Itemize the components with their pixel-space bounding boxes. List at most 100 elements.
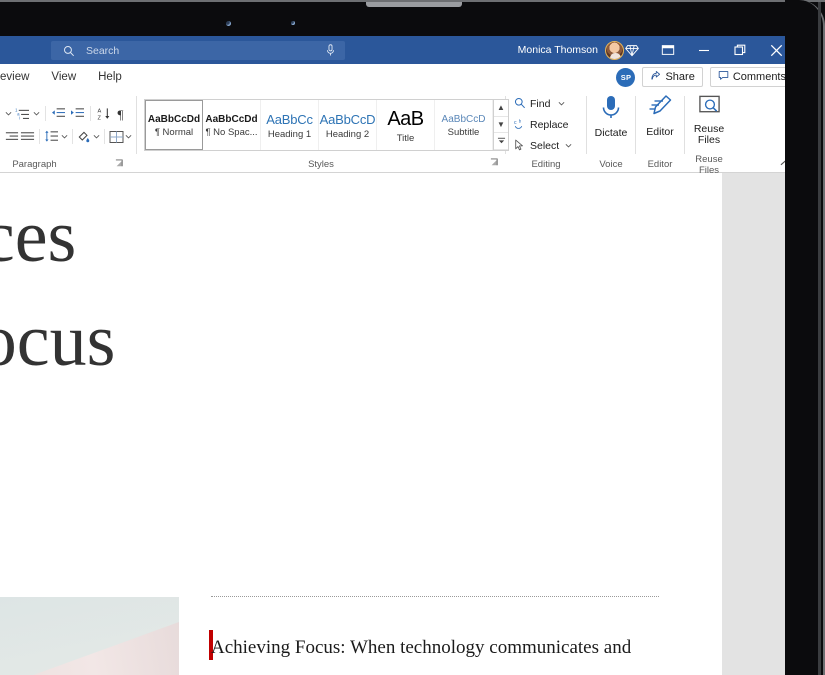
- sort-icon[interactable]: A Z: [95, 104, 113, 124]
- style-label: Heading 2: [326, 129, 369, 140]
- select-label: Select: [530, 140, 559, 152]
- style-preview: AaB: [387, 108, 423, 131]
- style-label: Subtitle: [448, 127, 480, 138]
- select-button[interactable]: Select: [512, 137, 582, 156]
- voice-commands: Dictate: [587, 90, 635, 157]
- reuse-files-icon: [698, 94, 721, 121]
- style-title[interactable]: AaB Title: [377, 100, 435, 150]
- svg-text:¶: ¶: [117, 107, 123, 121]
- page-gutter: [722, 173, 787, 675]
- title-bar: Monica Thomson: [0, 36, 802, 64]
- replace-icon: c b: [514, 118, 526, 133]
- microphone-icon: [600, 94, 622, 125]
- style-preview: AaBbCcDd: [148, 114, 200, 125]
- divider: [39, 129, 40, 144]
- style-preview: AaBbCcD: [320, 112, 376, 127]
- style-subtitle[interactable]: AaBbCcD Subtitle: [435, 100, 493, 150]
- style-heading-2[interactable]: AaBbCcD Heading 2: [319, 100, 377, 150]
- account-area[interactable]: Monica Thomson: [518, 36, 624, 64]
- word-window: Monica Thomson: [0, 36, 802, 675]
- align-right-icon[interactable]: [4, 127, 19, 147]
- editor-pen-icon: [648, 94, 672, 124]
- svg-text:c: c: [514, 120, 517, 126]
- chevron-down-icon[interactable]: [4, 104, 13, 124]
- find-button[interactable]: Find: [512, 95, 582, 114]
- ribbon: 1 a i: [0, 90, 802, 173]
- device-bezel-top: [0, 0, 825, 36]
- svg-text:A: A: [97, 108, 101, 114]
- dialog-launcher-icon[interactable]: [115, 159, 124, 171]
- borders-icon[interactable]: [109, 127, 124, 147]
- comments-button[interactable]: Comments: [710, 67, 794, 87]
- find-magnifier-icon: [514, 97, 526, 112]
- chevron-down-icon[interactable]: [565, 140, 572, 152]
- styles-gallery[interactable]: AaBbCcDd ¶ Normal AaBbCcDd ¶ No Spac... …: [144, 99, 509, 151]
- restore-icon[interactable]: [722, 36, 758, 64]
- diamond-icon[interactable]: [614, 36, 650, 64]
- decrease-indent-icon[interactable]: [50, 104, 68, 124]
- comment-bubble-icon: [718, 70, 729, 84]
- editor-label-group: Editor: [648, 159, 673, 170]
- divider: [104, 129, 105, 144]
- style-label: ¶ No Spac...: [205, 127, 257, 138]
- device-bezel-right: [785, 0, 825, 675]
- tab-review[interactable]: eview: [0, 64, 40, 90]
- share-button[interactable]: Share: [642, 67, 702, 87]
- chevron-down-icon[interactable]: [60, 127, 67, 147]
- chevron-down-icon[interactable]: [93, 127, 100, 147]
- style-normal[interactable]: AaBbCcDd ¶ Normal: [145, 100, 203, 150]
- styles-commands: AaBbCcDd ¶ Normal AaBbCcDd ¶ No Spac... …: [137, 90, 505, 157]
- dictate-button[interactable]: Dictate: [587, 90, 635, 157]
- paragraph-row-1: 1 a i: [4, 104, 132, 124]
- editing-commands: Find c b: [506, 90, 586, 157]
- group-label-editor: Editor: [636, 157, 684, 172]
- justify-icon[interactable]: [20, 127, 35, 147]
- search-box[interactable]: [51, 41, 345, 60]
- editor-button[interactable]: Editor: [636, 90, 684, 157]
- window-controls: [614, 36, 794, 64]
- reuse-files-button[interactable]: Reuse Files: [685, 90, 733, 157]
- svg-text:i: i: [19, 116, 20, 120]
- shading-icon[interactable]: [76, 127, 91, 147]
- ribbon-display-options-icon[interactable]: [650, 36, 686, 64]
- replace-label: Replace: [530, 119, 569, 131]
- tab-view[interactable]: View: [40, 64, 87, 90]
- screen: Monica Thomson: [0, 0, 825, 675]
- increase-indent-icon[interactable]: [69, 104, 87, 124]
- style-label: Heading 1: [268, 129, 311, 140]
- comments-label: Comments: [733, 71, 786, 83]
- bezel-notch: [366, 2, 462, 7]
- chevron-down-icon[interactable]: [125, 127, 132, 147]
- replace-button[interactable]: c b Replace: [512, 116, 582, 135]
- search-icon: [63, 45, 75, 57]
- collaborator-avatar[interactable]: SP: [616, 68, 635, 87]
- minimize-icon[interactable]: [686, 36, 722, 64]
- microphone-icon[interactable]: [325, 44, 336, 62]
- paragraph-label: Paragraph: [12, 159, 56, 170]
- document-image[interactable]: [0, 597, 179, 675]
- group-styles: AaBbCcDd ¶ Normal AaBbCcDd ¶ No Spac... …: [137, 90, 505, 172]
- document-page[interactable]: ences r focus Achieving Focus: When tech…: [0, 173, 722, 675]
- search-input[interactable]: [86, 42, 296, 59]
- chevron-down-icon[interactable]: [32, 104, 41, 124]
- style-label: ¶ Normal: [155, 127, 193, 138]
- group-label-styles: Styles: [137, 157, 505, 172]
- section-divider-top: [211, 596, 659, 597]
- dialog-launcher-icon[interactable]: [490, 158, 499, 170]
- chevron-down-icon[interactable]: [558, 98, 565, 110]
- styles-label: Styles: [308, 159, 334, 170]
- document-area: ences r focus Achieving Focus: When tech…: [0, 173, 802, 675]
- style-preview: AaBbCcDd: [205, 114, 257, 125]
- editor-commands: Editor: [636, 90, 684, 157]
- show-formatting-marks-icon[interactable]: ¶: [114, 104, 132, 124]
- body-paragraph[interactable]: Achieving Focus: When technology communi…: [211, 628, 663, 675]
- sensor-dot: [291, 21, 295, 25]
- style-no-spacing[interactable]: AaBbCcDd ¶ No Spac...: [203, 100, 261, 150]
- multilevel-list-icon[interactable]: 1 a i: [14, 104, 32, 124]
- tab-help[interactable]: Help: [87, 64, 133, 90]
- line-spacing-icon[interactable]: [44, 127, 59, 147]
- group-label-voice: Voice: [587, 157, 635, 172]
- style-label: Title: [397, 133, 415, 144]
- select-cursor-icon: [514, 139, 526, 154]
- style-heading-1[interactable]: AaBbCc Heading 1: [261, 100, 319, 150]
